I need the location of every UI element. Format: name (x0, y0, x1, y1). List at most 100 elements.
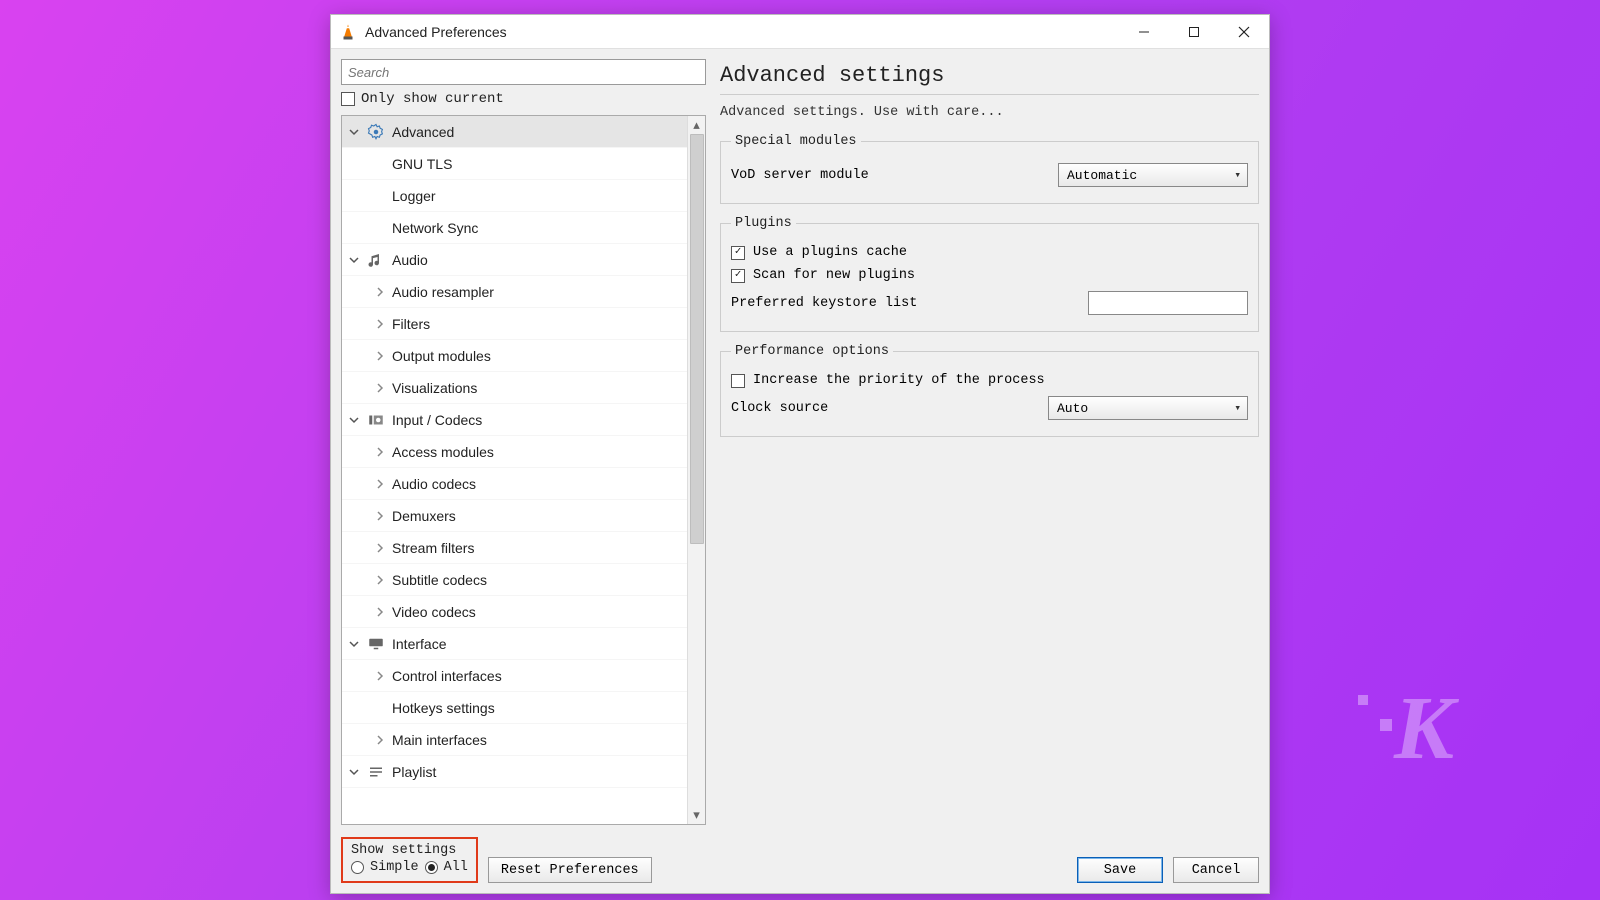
cancel-button[interactable]: Cancel (1173, 857, 1259, 883)
settings-tree[interactable]: Advanced GNU TLS Logger Network Sync Audio Au… (342, 116, 687, 824)
tree-item[interactable]: Interface (342, 628, 687, 660)
chevron-right-icon (374, 446, 386, 458)
tree-item[interactable]: Hotkeys settings (342, 692, 687, 724)
checkbox-label: Use a plugins cache (753, 245, 907, 260)
radio-all-label: All (444, 860, 468, 875)
tree-item-label: Logger (392, 188, 436, 204)
scroll-up-icon[interactable]: ▴ (688, 116, 705, 134)
minimize-button[interactable] (1119, 15, 1169, 48)
tree-item[interactable]: Output modules (342, 340, 687, 372)
gear-icon (366, 122, 386, 142)
tree-item-label: Audio resampler (392, 284, 494, 300)
radio-all[interactable] (425, 861, 438, 874)
chevron-down-icon (348, 414, 360, 426)
tree-item-label: Output modules (392, 348, 491, 364)
save-button[interactable]: Save (1077, 857, 1163, 883)
clock-source-dropdown[interactable]: Auto (1048, 396, 1248, 420)
tree-item-label: Advanced (392, 124, 454, 140)
tree-item[interactable]: Audio codecs (342, 468, 687, 500)
tree-item[interactable]: Filters (342, 308, 687, 340)
page-subtitle: Advanced settings. Use with care... (720, 105, 1259, 120)
maximize-button[interactable] (1169, 15, 1219, 48)
tree-item-label: Input / Codecs (392, 412, 482, 428)
group-legend: Plugins (731, 216, 796, 231)
checkbox-label: Increase the priority of the process (753, 373, 1045, 388)
chevron-right-icon (374, 382, 386, 394)
chevron-down-icon (348, 126, 360, 138)
tree-item[interactable]: Video codecs (342, 596, 687, 628)
tree-item-label: Visualizations (392, 380, 477, 396)
checkbox-icon (731, 374, 745, 388)
tree-item[interactable]: Audio (342, 244, 687, 276)
watermark-logo: K (1394, 677, 1450, 780)
preferences-window: Advanced Preferences Only show current A… (330, 14, 1270, 894)
tree-scrollbar[interactable]: ▴ ▾ (687, 116, 705, 824)
increase-priority-checkbox[interactable]: Increase the priority of the process (731, 369, 1248, 392)
tree-item[interactable]: Advanced (342, 116, 687, 148)
group-plugins: Plugins Use a plugins cache Scan for new… (720, 216, 1259, 332)
tree-item-label: Interface (392, 636, 446, 652)
tree-item-label: Access modules (392, 444, 494, 460)
tree-item-label: Main interfaces (392, 732, 487, 748)
tree-item[interactable]: Main interfaces (342, 724, 687, 756)
search-input[interactable] (341, 59, 706, 85)
codecs-icon (366, 410, 386, 430)
chevron-down-icon (348, 638, 360, 650)
vod-server-dropdown[interactable]: Automatic (1058, 163, 1248, 187)
chevron-right-icon (374, 478, 386, 490)
chevron-right-icon (374, 542, 386, 554)
checkbox-icon (341, 92, 355, 106)
keystore-input[interactable] (1088, 291, 1248, 315)
group-special-modules: Special modules VoD server module Automa… (720, 134, 1259, 204)
tree-item[interactable]: Stream filters (342, 532, 687, 564)
scroll-down-icon[interactable]: ▾ (688, 806, 705, 824)
chevron-right-icon (374, 606, 386, 618)
page-title: Advanced settings (720, 63, 1259, 95)
tree-item[interactable]: Logger (342, 180, 687, 212)
tree-item-label: GNU TLS (392, 156, 452, 172)
chevron-right-icon (374, 574, 386, 586)
chevron-right-icon (374, 286, 386, 298)
tree-item[interactable]: Input / Codecs (342, 404, 687, 436)
audio-icon (366, 250, 386, 270)
chevron-right-icon (374, 734, 386, 746)
tree-item-label: Filters (392, 316, 430, 332)
scan-new-plugins-checkbox[interactable]: Scan for new plugins (731, 264, 1248, 287)
tree-item[interactable]: Network Sync (342, 212, 687, 244)
tree-item[interactable]: Control interfaces (342, 660, 687, 692)
chevron-right-icon (374, 510, 386, 522)
checkbox-icon (731, 246, 745, 260)
chevron-right-icon (374, 350, 386, 362)
scroll-thumb[interactable] (690, 134, 704, 544)
use-plugins-cache-checkbox[interactable]: Use a plugins cache (731, 241, 1248, 264)
playlist-icon (366, 762, 386, 782)
tree-item-label: Hotkeys settings (392, 700, 495, 716)
chevron-right-icon (374, 670, 386, 682)
tree-item[interactable]: Visualizations (342, 372, 687, 404)
show-settings-group: Show settings Simple All (341, 837, 478, 883)
interface-icon (366, 634, 386, 654)
clock-source-label: Clock source (731, 401, 828, 416)
tree-item[interactable]: Access modules (342, 436, 687, 468)
chevron-down-icon (348, 766, 360, 778)
chevron-right-icon (374, 318, 386, 330)
tree-item-label: Video codecs (392, 604, 476, 620)
keystore-label: Preferred keystore list (731, 296, 917, 311)
tree-item-label: Control interfaces (392, 668, 502, 684)
vod-label: VoD server module (731, 168, 869, 183)
tree-item[interactable]: Audio resampler (342, 276, 687, 308)
reset-preferences-button[interactable]: Reset Preferences (488, 857, 652, 883)
close-button[interactable] (1219, 15, 1269, 48)
radio-simple[interactable] (351, 861, 364, 874)
only-show-current-checkbox[interactable]: Only show current (341, 91, 706, 107)
tree-item[interactable]: Playlist (342, 756, 687, 788)
checkbox-label: Scan for new plugins (753, 268, 915, 283)
tree-item[interactable]: Demuxers (342, 500, 687, 532)
titlebar: Advanced Preferences (331, 15, 1269, 49)
tree-item[interactable]: GNU TLS (342, 148, 687, 180)
tree-item[interactable]: Subtitle codecs (342, 564, 687, 596)
tree-item-label: Network Sync (392, 220, 478, 236)
app-icon (339, 23, 357, 41)
tree-item-label: Subtitle codecs (392, 572, 487, 588)
tree-item-label: Audio (392, 252, 428, 268)
